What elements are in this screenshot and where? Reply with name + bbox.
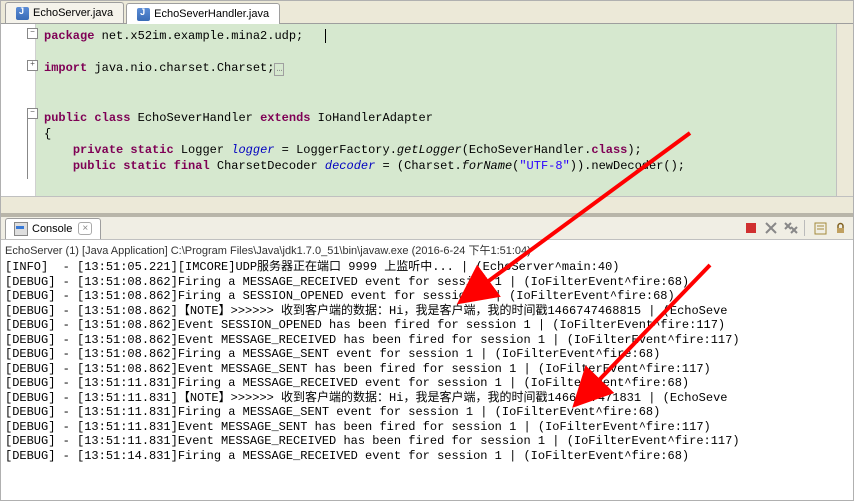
console-line: [DEBUG] - [13:51:11.831]Firing a MESSAGE… xyxy=(5,405,849,420)
console-line: [INFO] - [13:51:05.221][IMCORE]UDP服务器正在端… xyxy=(5,260,849,275)
console-line: [DEBUG] - [13:51:11.831]Firing a MESSAGE… xyxy=(5,376,849,391)
field-name: logger xyxy=(231,143,274,157)
string-literal: "UTF-8" xyxy=(519,159,569,173)
console-line: [DEBUG] - [13:51:08.862]Event MESSAGE_RE… xyxy=(5,333,849,348)
tab-label: EchoSeverHandler.java xyxy=(154,8,269,20)
fold-toggle-icon[interactable]: + xyxy=(27,60,38,71)
remove-all-button[interactable] xyxy=(782,219,800,237)
close-tab-icon[interactable]: × xyxy=(78,222,92,235)
code-text: Logger xyxy=(174,143,232,157)
scroll-lock-button[interactable] xyxy=(831,219,849,237)
keyword: public xyxy=(44,111,87,125)
keyword: import xyxy=(44,61,87,75)
vertical-scrollbar[interactable] xyxy=(836,24,853,196)
code-text: IoHandlerAdapter xyxy=(310,111,432,125)
console-line: [DEBUG] - [13:51:11.831]Event MESSAGE_RE… xyxy=(5,434,849,449)
editor-gutter: − + − xyxy=(1,24,36,196)
console-icon xyxy=(14,222,28,236)
code-text: CharsetDecoder xyxy=(210,159,325,173)
console-line: [DEBUG] - [13:51:11.831]【NOTE】>>>>>> 收到客… xyxy=(5,391,849,406)
keyword: private xyxy=(73,143,123,157)
keyword: public xyxy=(73,159,116,173)
console-line: [DEBUG] - [13:51:08.862]Event SESSION_OP… xyxy=(5,318,849,333)
horizontal-scrollbar[interactable] xyxy=(1,196,853,213)
console-tab[interactable]: Console × xyxy=(5,218,101,239)
editor-tab-echoseverhandler[interactable]: EchoSeverHandler.java xyxy=(126,3,280,24)
code-text: net.x52im.example.mina2.udp; xyxy=(94,29,303,43)
code-text: getLogger xyxy=(397,143,462,157)
console-line: [DEBUG] - [13:51:08.862]Firing a SESSION… xyxy=(5,289,849,304)
console-line: [DEBUG] - [13:51:08.862]【NOTE】>>>>>> 收到客… xyxy=(5,304,849,319)
console-tab-label: Console xyxy=(32,223,72,235)
keyword: static xyxy=(116,159,166,173)
keyword: package xyxy=(44,29,94,43)
tab-label: EchoServer.java xyxy=(33,7,113,19)
console-process-description: EchoServer (1) [Java Application] C:\Pro… xyxy=(1,240,853,260)
console-line: [DEBUG] - [13:51:08.862]Firing a MESSAGE… xyxy=(5,347,849,362)
editor-tabbar: EchoServer.java EchoSeverHandler.java xyxy=(1,1,853,24)
code-text: { xyxy=(44,127,51,141)
code-text: = LoggerFactory. xyxy=(274,143,396,157)
remove-launch-button[interactable] xyxy=(762,219,780,237)
keyword: class xyxy=(87,111,130,125)
keyword: extends xyxy=(260,111,310,125)
keyword: static xyxy=(123,143,173,157)
fold-toggle-icon[interactable]: − xyxy=(27,28,38,39)
clear-console-button[interactable] xyxy=(811,219,829,237)
code-text: forName xyxy=(462,159,512,173)
editor-tab-echoserver[interactable]: EchoServer.java xyxy=(5,2,124,23)
console-line: [DEBUG] - [13:51:14.831]Firing a MESSAGE… xyxy=(5,449,849,464)
console-line: [DEBUG] - [13:51:08.862]Event MESSAGE_SE… xyxy=(5,362,849,377)
code-area[interactable]: package net.x52im.example.mina2.udp; imp… xyxy=(36,24,836,196)
code-text: = (Charset. xyxy=(375,159,461,173)
code-text: )).newDecoder(); xyxy=(570,159,685,173)
console-view-tabbar: Console × xyxy=(1,217,853,240)
console-line: [DEBUG] - [13:51:11.831]Event MESSAGE_SE… xyxy=(5,420,849,435)
terminate-button[interactable] xyxy=(742,219,760,237)
java-file-icon xyxy=(16,7,29,20)
console-line: [DEBUG] - [13:51:08.862]Firing a MESSAGE… xyxy=(5,275,849,290)
text-cursor xyxy=(325,29,326,43)
code-text: ); xyxy=(627,143,641,157)
fold-indicator-icon[interactable]: … xyxy=(274,63,284,76)
field-name: decoder xyxy=(325,159,375,173)
java-file-icon xyxy=(137,8,150,21)
console-output[interactable]: [INFO] - [13:51:05.221][IMCORE]UDP服务器正在端… xyxy=(1,260,853,500)
code-editor[interactable]: − + − package net.x52im.example.mina2.ud… xyxy=(1,24,853,196)
keyword: class xyxy=(591,143,627,157)
code-text: java.nio.charset.Charset; xyxy=(87,61,274,75)
fold-toggle-icon[interactable]: − xyxy=(27,108,38,119)
code-text: (EchoSeverHandler. xyxy=(462,143,592,157)
code-text: EchoSeverHandler xyxy=(130,111,260,125)
keyword: final xyxy=(166,159,209,173)
